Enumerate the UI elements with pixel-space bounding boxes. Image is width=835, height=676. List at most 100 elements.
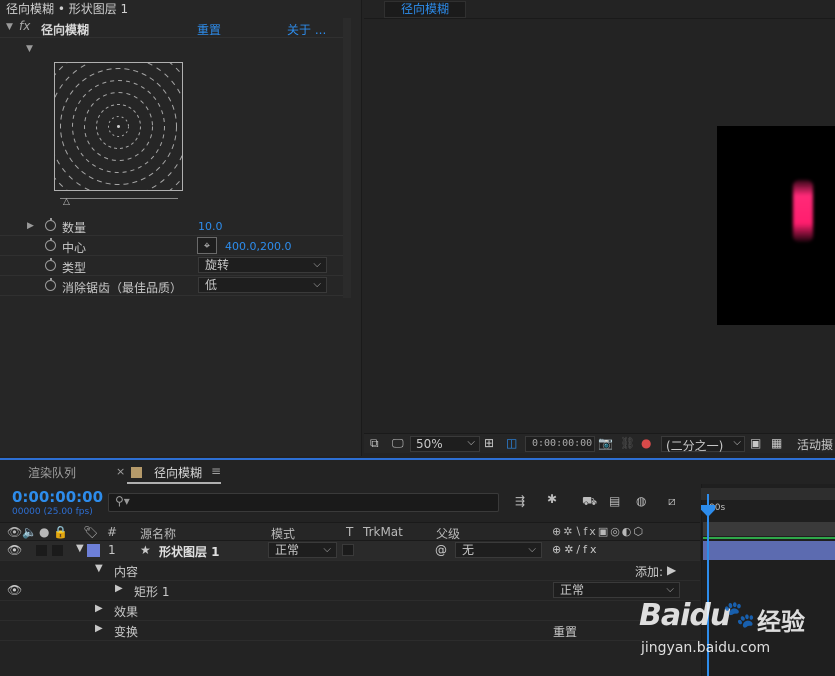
stopwatch-icon[interactable]: [45, 218, 56, 231]
comp-color-swatch: [131, 467, 142, 478]
expand-triangle-icon[interactable]: ▶: [95, 623, 103, 634]
about-link[interactable]: 关于 ...: [287, 21, 326, 38]
blend-mode-dropdown[interactable]: 正常 ⌵: [268, 542, 337, 558]
add-button[interactable]: ▶: [667, 563, 676, 577]
active-camera-label[interactable]: 活动摄: [797, 436, 833, 453]
close-icon[interactable]: ×: [116, 465, 125, 478]
antialias-dropdown[interactable]: 低 ⌵: [198, 277, 327, 293]
chevron-down-icon: ⌵: [313, 259, 321, 270]
chevron-down-icon: ⌵: [733, 437, 741, 448]
solo-toggle[interactable]: [52, 545, 63, 556]
parent-dropdown[interactable]: 无 ⌵: [455, 542, 542, 558]
reset-link[interactable]: 重置: [197, 21, 221, 38]
layer-switches-icon[interactable]: ⊕✲/fx: [552, 543, 600, 556]
frame-blending-icon[interactable]: ▤: [609, 494, 620, 508]
center-marker-icon[interactable]: △: [63, 197, 70, 207]
effect-name: 径向模糊: [41, 23, 90, 37]
active-tab-underline: [127, 482, 221, 484]
graph-editor-icon[interactable]: ⧄: [668, 494, 676, 509]
expand-triangle-icon[interactable]: ▶: [27, 221, 34, 231]
effect-controls-panel: 径向模糊 • 形状图层 1 ▼ fx 径向模糊 重置 关于 ... ▼ △ ▶: [0, 0, 362, 456]
layer-duration-bar[interactable]: [703, 541, 835, 560]
tab-render-queue[interactable]: 渲染队列: [28, 464, 76, 481]
expand-triangle-icon[interactable]: ▶: [95, 603, 103, 614]
type-dropdown[interactable]: 旋转 ⌵: [198, 257, 327, 273]
menu-icon[interactable]: ≡: [211, 464, 221, 478]
current-time[interactable]: 0:00:00:00: [12, 488, 103, 506]
transparency-grid-icon[interactable]: ◫: [506, 436, 517, 450]
expand-triangle-icon[interactable]: ▼: [76, 543, 84, 554]
viewer-tab[interactable]: 径向模糊: [384, 1, 466, 18]
panel-scrollbar[interactable]: [343, 18, 351, 298]
layer-child-row[interactable]: ▼ 内容 添加: ▶: [0, 561, 700, 581]
preserve-transparency-toggle[interactable]: [342, 544, 354, 556]
radial-blur-preview[interactable]: [36, 44, 201, 209]
fx-icon[interactable]: fx: [19, 19, 30, 33]
property-row-antialias: 消除锯齿（最佳品质） 低 ⌵: [0, 276, 343, 296]
shy-layers-icon[interactable]: ⛟: [582, 494, 597, 510]
watermark-brand: Baidu: [639, 598, 731, 633]
collapse-triangle-icon[interactable]: ▼: [6, 22, 13, 32]
transform-label: 变换: [114, 625, 139, 639]
zoom-value: 50%: [416, 437, 443, 451]
grid-toggle-icon[interactable]: ⧉: [370, 436, 379, 451]
watermark-brand-cn: 经验: [757, 608, 805, 636]
search-input[interactable]: ⚲▾: [108, 493, 499, 512]
time-ruler[interactable]: [701, 488, 835, 500]
property-row-center: 中心 ⌖ 400.0,200.0: [0, 236, 343, 256]
work-area-bar[interactable]: [703, 522, 835, 536]
label-tag-icon[interactable]: 🏷: [83, 525, 98, 539]
visibility-icon[interactable]: 👁: [7, 583, 22, 597]
blurred-shape: [793, 180, 813, 242]
preview-triangle-icon[interactable]: ▼: [26, 44, 33, 54]
eye-icon[interactable]: 👁: [7, 525, 22, 539]
flowchart-icon[interactable]: ⇶: [515, 494, 525, 508]
tab-comp[interactable]: 径向模糊: [154, 464, 202, 481]
color-channels-icon[interactable]: ●: [641, 436, 651, 450]
effects-label: 效果: [114, 605, 139, 619]
layer-row[interactable]: 👁 1 ▼ ★ 形状图层 1 正常 ⌵ @ 无 ⌵ ⊕✲/fx: [0, 541, 700, 561]
label-color-swatch[interactable]: [87, 544, 100, 557]
visibility-icon[interactable]: 👁: [7, 543, 22, 557]
parent-pickwhip-icon[interactable]: @: [435, 543, 447, 557]
motion-blur-icon[interactable]: ◍: [636, 494, 646, 508]
draft-3d-icon[interactable]: ✱: [547, 492, 557, 506]
zoom-dropdown[interactable]: 50% ⌵: [410, 436, 480, 452]
timecode-field[interactable]: 0:00:00:00: [525, 436, 595, 452]
layer-name[interactable]: 形状图层 1: [159, 543, 220, 560]
region-icon[interactable]: ⊞: [484, 436, 494, 450]
col-parent[interactable]: 父级: [436, 525, 460, 542]
expand-triangle-icon[interactable]: ▼: [95, 563, 103, 574]
transform-reset-link[interactable]: 重置: [553, 623, 577, 640]
audio-icon[interactable]: 🔈: [22, 525, 37, 539]
link-icon[interactable]: ⛓: [620, 436, 635, 450]
col-trkmat[interactable]: TrkMat: [363, 525, 403, 539]
resolution-value: (二分之一): [666, 439, 724, 453]
layer-child-row[interactable]: ▶ 效果: [0, 601, 700, 621]
crosshair-icon[interactable]: ⌖: [197, 237, 217, 254]
layer-child-row[interactable]: ▶ 变换 重置: [0, 621, 700, 641]
audio-toggle[interactable]: [36, 545, 47, 556]
col-mode[interactable]: 模式: [271, 525, 295, 542]
layer-child-row[interactable]: 👁 ▶ 矩形 1 正常 ⌵: [0, 581, 700, 601]
resolution-dropdown[interactable]: (二分之一) ⌵: [661, 436, 745, 453]
col-source-name[interactable]: 源名称: [140, 525, 176, 542]
chevron-down-icon: ⌵: [528, 544, 536, 555]
monitor-icon[interactable]: 🖵: [392, 436, 404, 451]
expand-triangle-icon[interactable]: ▶: [115, 583, 123, 594]
lock-icon[interactable]: 🔒: [53, 525, 68, 539]
composition-canvas[interactable]: [717, 126, 835, 325]
camera-icon[interactable]: 📷: [598, 436, 613, 450]
baidu-watermark: Baidu 🐾 经验 jingyan.baidu.com: [639, 596, 829, 668]
fast-preview-icon[interactable]: ▣: [750, 436, 761, 450]
toggle-transparency-icon[interactable]: ▦: [771, 436, 782, 450]
stopwatch-icon[interactable]: [45, 258, 56, 271]
antialias-dropdown-value: 低: [205, 278, 218, 292]
solo-icon[interactable]: ●: [39, 525, 49, 539]
col-number: #: [107, 525, 118, 539]
stopwatch-icon[interactable]: [45, 238, 56, 251]
layer-column-headers: 👁 🔈 ● 🔒 🏷 # 源名称 模式 T TrkMat 父级 ⊕✲∖fx▣◎◐⬡: [0, 522, 700, 541]
stopwatch-icon[interactable]: [45, 278, 56, 291]
amount-value[interactable]: 10.0: [198, 220, 223, 233]
center-value[interactable]: 400.0,200.0: [225, 240, 291, 253]
